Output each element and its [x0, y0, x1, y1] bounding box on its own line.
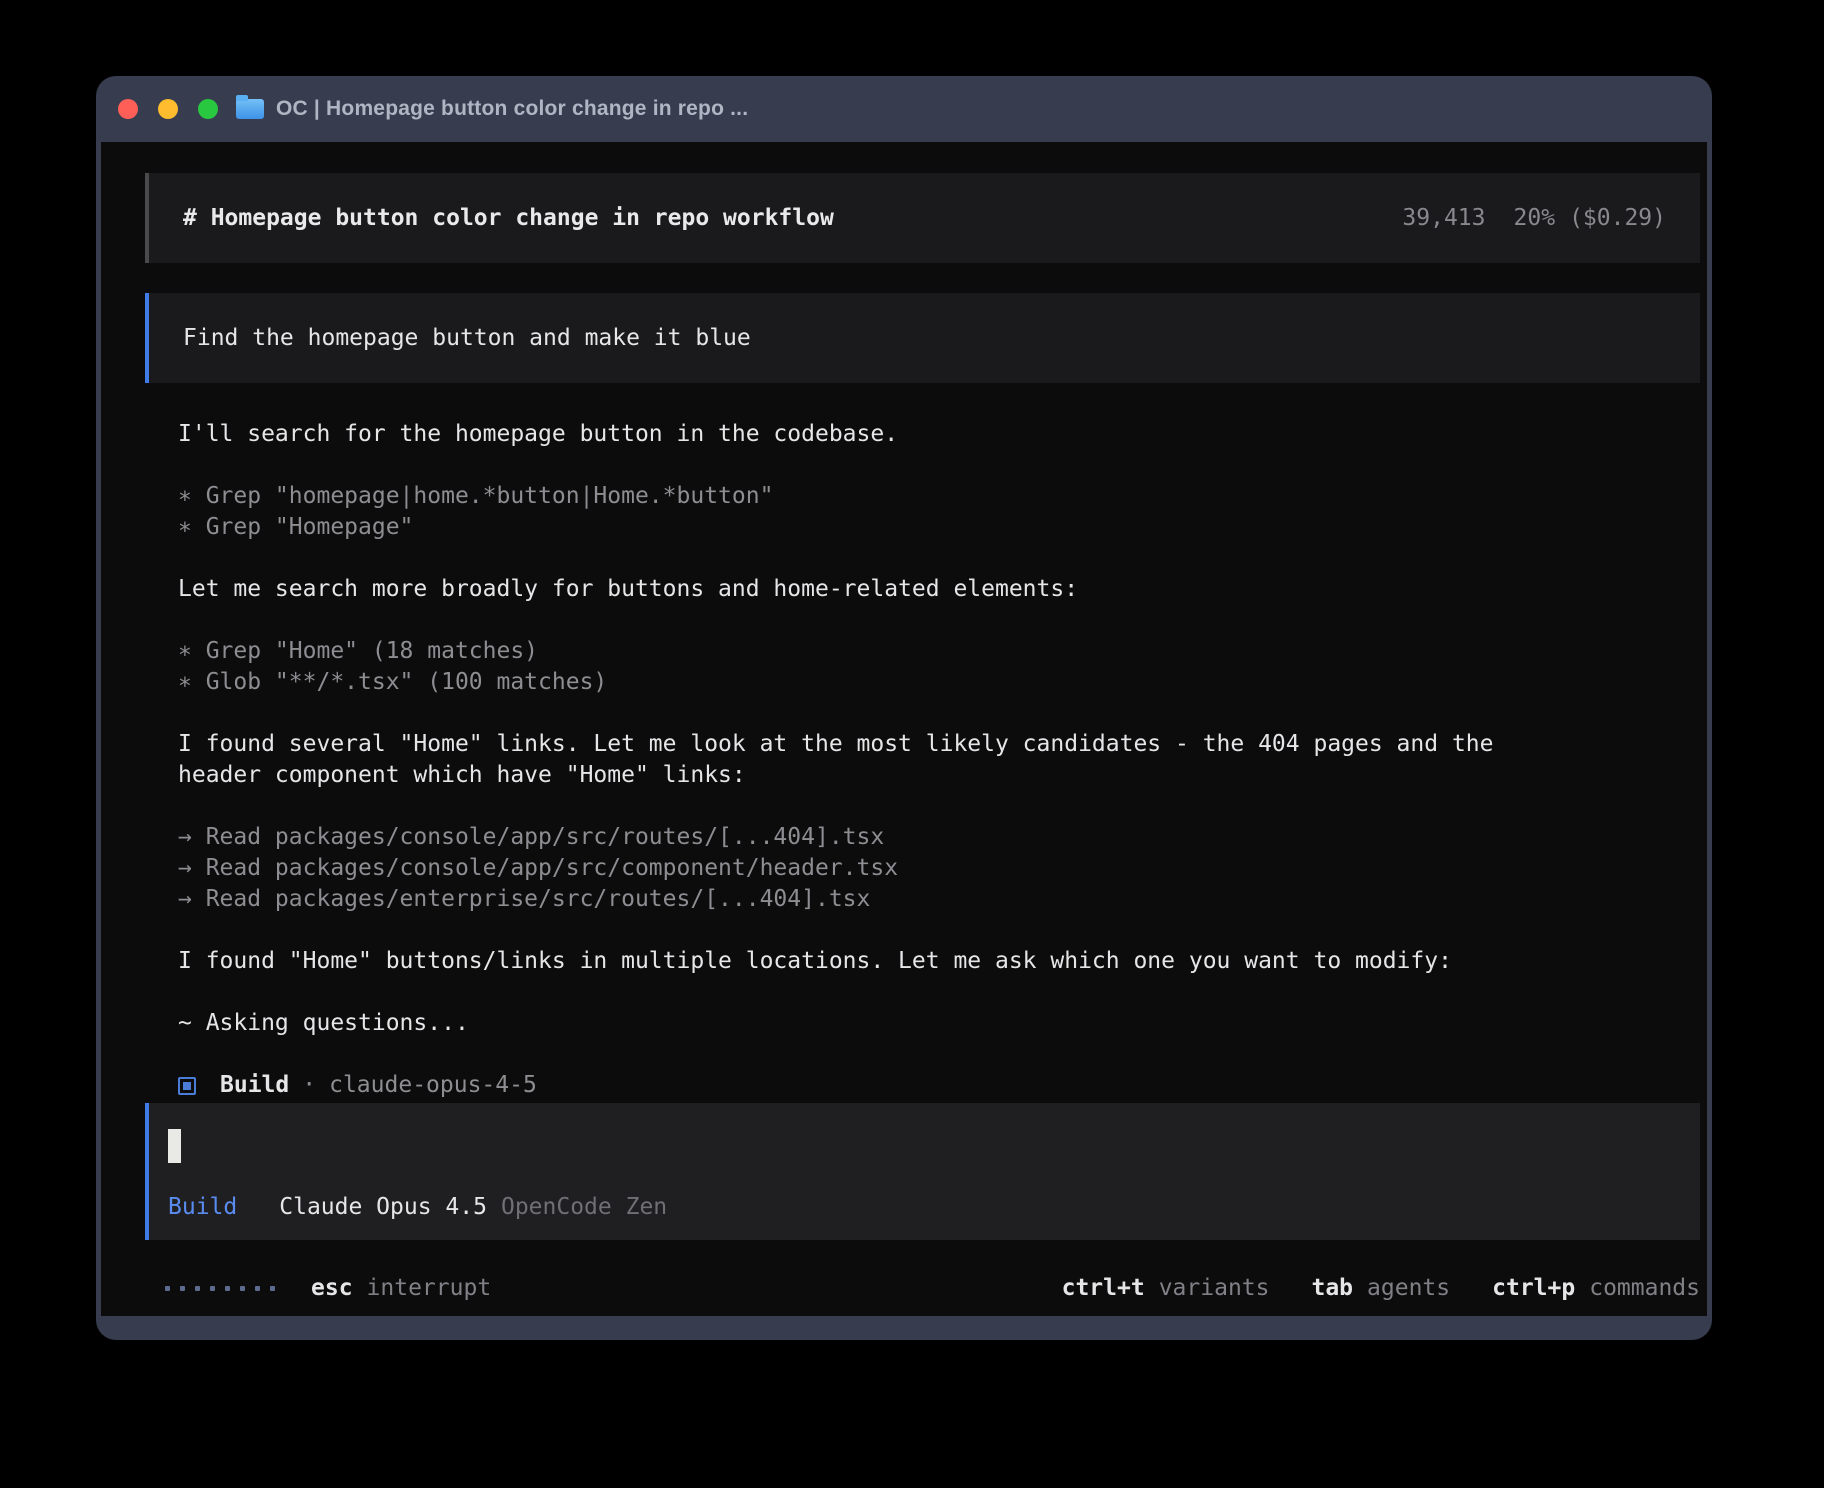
- tool-call-glob: ∗ Glob "**/*.tsx" (100 matches): [178, 667, 1568, 698]
- shortcut-variants: ctrl+t variants: [1062, 1275, 1270, 1301]
- session-cost: ($0.29): [1569, 205, 1666, 231]
- shortcut-interrupt: esc interrupt: [311, 1275, 491, 1301]
- session-stats: 39,413 20% ($0.29): [1402, 205, 1666, 231]
- session-title: # Homepage button color change in repo w…: [183, 205, 834, 231]
- agent-separator: ·: [302, 1070, 316, 1101]
- provider-label: OpenCode Zen: [501, 1194, 667, 1220]
- shortcut-key: ctrl+p: [1492, 1275, 1575, 1301]
- agent-name: Build: [220, 1070, 289, 1101]
- statusbar-left: esc interrupt: [165, 1275, 491, 1301]
- prompt-input[interactable]: Build Claude Opus 4.5 OpenCode Zen: [145, 1103, 1700, 1240]
- user-message-text: Find the homepage button and make it blu…: [183, 325, 751, 351]
- shortcut-key: ctrl+t: [1062, 1275, 1145, 1301]
- shortcut-key: esc: [311, 1275, 353, 1301]
- mode-label: Build: [168, 1194, 237, 1220]
- assistant-text: I found "Home" buttons/links in multiple…: [178, 946, 1568, 977]
- status-text: ~ Asking questions...: [178, 1008, 1568, 1039]
- shortcut-label: agents: [1367, 1275, 1450, 1301]
- user-message: Find the homepage button and make it blu…: [145, 293, 1700, 383]
- assistant-text: I'll search for the homepage button in t…: [178, 419, 1568, 450]
- close-button[interactable]: [118, 99, 138, 119]
- text-cursor: [168, 1129, 181, 1163]
- zoom-button[interactable]: [198, 99, 218, 119]
- session-header: # Homepage button color change in repo w…: [145, 173, 1700, 263]
- agent-build-icon: [178, 1077, 196, 1095]
- assistant-text: I found several "Home" links. Let me loo…: [178, 729, 1568, 791]
- minimize-button[interactable]: [158, 99, 178, 119]
- terminal-window: OC | Homepage button color change in rep…: [96, 76, 1712, 1340]
- activity-dots-icon: [165, 1286, 275, 1291]
- window-title: OC | Homepage button color change in rep…: [276, 97, 748, 121]
- conversation: I'll search for the homepage button in t…: [178, 419, 1568, 1101]
- status-bar: esc interrupt ctrl+t variants tab agents…: [101, 1272, 1707, 1304]
- token-count: 39,413: [1402, 205, 1485, 231]
- shortcut-label: variants: [1159, 1275, 1270, 1301]
- tool-call-grep: ∗ Grep "Homepage": [178, 512, 1568, 543]
- assistant-text: Let me search more broadly for buttons a…: [178, 574, 1568, 605]
- shortcut-agents: tab agents: [1311, 1275, 1450, 1301]
- shortcut-label: commands: [1589, 1275, 1700, 1301]
- tool-call-read: → Read packages/enterprise/src/routes/[.…: [178, 884, 1568, 915]
- shortcut-commands: ctrl+p commands: [1492, 1275, 1700, 1301]
- traffic-lights: [118, 99, 218, 119]
- terminal-content: # Homepage button color change in repo w…: [101, 142, 1707, 1316]
- folder-icon: [236, 99, 264, 119]
- tool-call-read: → Read packages/console/app/src/routes/[…: [178, 822, 1568, 853]
- shortcut-label: interrupt: [367, 1275, 492, 1301]
- context-percent: 20%: [1514, 205, 1556, 231]
- agent-row: Build · claude-opus-4-5: [178, 1070, 1568, 1101]
- statusbar-right: ctrl+t variants tab agents ctrl+p comman…: [1062, 1275, 1700, 1301]
- tool-call-read: → Read packages/console/app/src/componen…: [178, 853, 1568, 884]
- shortcut-key: tab: [1311, 1275, 1353, 1301]
- tool-call-grep: ∗ Grep "homepage|home.*button|Home.*butt…: [178, 481, 1568, 512]
- input-meta: Build Claude Opus 4.5 OpenCode Zen: [168, 1194, 1670, 1220]
- agent-model: claude-opus-4-5: [329, 1070, 537, 1101]
- model-label: Claude Opus 4.5: [279, 1194, 487, 1220]
- tool-call-grep: ∗ Grep "Home" (18 matches): [178, 636, 1568, 667]
- titlebar: OC | Homepage button color change in rep…: [96, 76, 1712, 142]
